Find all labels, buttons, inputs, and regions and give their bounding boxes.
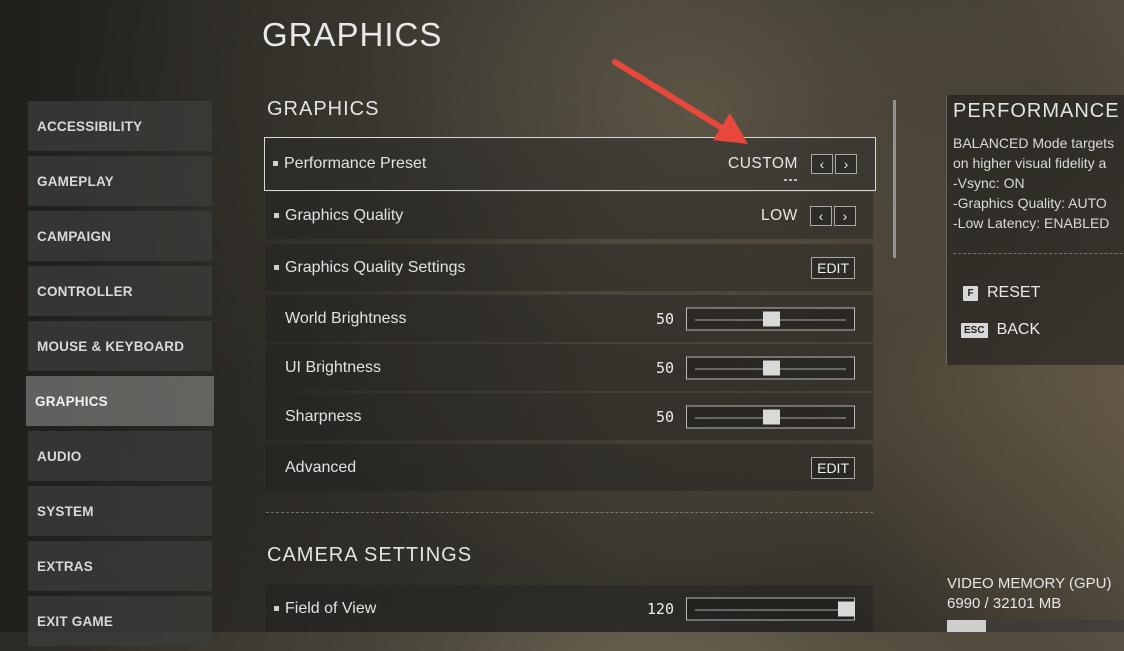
graphics-quality-value: LOW xyxy=(761,206,798,224)
slider-thumb[interactable] xyxy=(762,360,780,375)
ui-brightness-label: UI Brightness xyxy=(285,358,382,376)
page-title: GRAPHICS xyxy=(262,16,443,53)
performance-info-panel: PERFORMANCE P BALANCED Mode targets on h… xyxy=(946,95,1124,365)
video-memory-readout: VIDEO MEMORY (GPU) 6990 / 32101 MB xyxy=(947,574,1111,614)
video-memory-label: VIDEO MEMORY (GPU) xyxy=(947,575,1112,592)
world-brightness-slider[interactable] xyxy=(686,307,855,330)
video-memory-bar-fill xyxy=(947,620,986,632)
video-memory-value: 6990 / 32101 MB xyxy=(947,595,1062,612)
nav-item-accessibility[interactable]: ACCESSIBILITY xyxy=(28,101,212,151)
graphics-quality-arrows: ‹ › xyxy=(808,205,856,226)
bullet-marker xyxy=(273,161,278,166)
graphics-quality-settings-row[interactable]: Graphics Quality Settings EDIT xyxy=(266,244,873,291)
back-label: BACK xyxy=(996,321,1041,338)
field-of-view-row[interactable]: Field of View 120 xyxy=(266,585,873,632)
world-brightness-label: World Brightness xyxy=(285,309,407,327)
graphics-section-title: GRAPHICS xyxy=(267,98,380,120)
sharpness-row[interactable]: Sharpness 50 xyxy=(266,393,873,440)
sharpness-value: 50 xyxy=(655,407,674,426)
slider-thumb[interactable] xyxy=(762,409,780,424)
esc-key-icon: ESC xyxy=(961,322,988,338)
nav-item-system[interactable]: SYSTEM xyxy=(28,486,212,536)
slider-thumb[interactable] xyxy=(838,601,855,616)
chevron-right-icon[interactable]: › xyxy=(834,205,856,226)
sharpness-label: Sharpness xyxy=(285,407,362,425)
nav-item-gameplay[interactable]: GAMEPLAY xyxy=(28,156,212,206)
info-panel-divider xyxy=(953,253,1124,254)
nav-item-graphics[interactable]: GRAPHICS xyxy=(26,376,214,426)
f-key-icon: F xyxy=(963,285,978,301)
bullet-marker xyxy=(274,264,279,270)
chevron-right-icon[interactable]: › xyxy=(835,154,857,174)
info-line: BALANCED Mode targets xyxy=(953,135,1115,151)
advanced-label: Advanced xyxy=(285,458,357,476)
ui-brightness-slider[interactable] xyxy=(686,356,855,379)
chevron-left-icon[interactable]: ‹ xyxy=(810,205,832,226)
reset-action[interactable]: F RESET xyxy=(963,284,1040,302)
scrollbar[interactable] xyxy=(893,100,896,258)
info-line: -Vsync: ON xyxy=(953,175,1025,191)
settings-nav: ACCESSIBILITY GAMEPLAY CAMPAIGN CONTROLL… xyxy=(26,101,214,651)
performance-preset-label: Performance Preset xyxy=(284,155,427,172)
bullet-marker xyxy=(274,605,279,611)
bullet-marker xyxy=(274,212,279,218)
advanced-row[interactable]: Advanced EDIT xyxy=(266,444,873,491)
chevron-left-icon[interactable]: ‹ xyxy=(811,154,833,174)
graphics-quality-row[interactable]: Graphics Quality LOW ‹ › xyxy=(266,192,873,239)
back-action[interactable]: ESC BACK xyxy=(961,321,1040,339)
more-indicator-icon xyxy=(784,179,797,181)
info-panel-title: PERFORMANCE P xyxy=(953,100,1124,122)
info-panel-description: BALANCED Mode targets on higher visual f… xyxy=(953,133,1114,233)
nav-item-extras[interactable]: EXTRAS xyxy=(28,541,212,591)
ui-brightness-row[interactable]: UI Brightness 50 xyxy=(266,344,873,391)
video-memory-bar xyxy=(947,620,1124,632)
advanced-edit-button[interactable]: EDIT xyxy=(811,456,855,479)
nav-item-mouse-keyboard[interactable]: MOUSE & KEYBOARD xyxy=(28,321,212,371)
nav-item-controller[interactable]: CONTROLLER xyxy=(28,266,212,316)
field-of-view-value: 120 xyxy=(646,599,674,618)
world-brightness-row[interactable]: World Brightness 50 xyxy=(266,295,873,342)
section-divider xyxy=(266,512,873,513)
info-line: -Low Latency: ENABLED xyxy=(953,215,1110,231)
camera-section-title: CAMERA SETTINGS xyxy=(267,544,473,566)
ui-brightness-value: 50 xyxy=(655,358,674,377)
slider-thumb[interactable] xyxy=(762,311,780,326)
field-of-view-slider[interactable] xyxy=(686,597,855,620)
nav-item-campaign[interactable]: CAMPAIGN xyxy=(28,211,212,261)
graphics-quality-label: Graphics Quality xyxy=(285,206,404,224)
info-line: -Graphics Quality: AUTO xyxy=(953,195,1107,211)
nav-item-audio[interactable]: AUDIO xyxy=(28,431,212,481)
graphics-quality-settings-label: Graphics Quality Settings xyxy=(285,258,466,276)
nav-item-exit-game[interactable]: EXIT GAME xyxy=(28,596,212,646)
info-line: on higher visual fidelity a xyxy=(953,155,1107,171)
graphics-quality-settings-edit-button[interactable]: EDIT xyxy=(811,256,855,279)
sharpness-slider[interactable] xyxy=(686,405,855,428)
performance-preset-value: CUSTOM xyxy=(728,155,798,172)
reset-label: RESET xyxy=(987,284,1041,301)
performance-preset-arrows: ‹ › xyxy=(809,154,857,174)
world-brightness-value: 50 xyxy=(655,309,674,328)
field-of-view-label: Field of View xyxy=(285,599,377,617)
performance-preset-row[interactable]: Performance Preset CUSTOM ‹ › xyxy=(264,137,876,191)
